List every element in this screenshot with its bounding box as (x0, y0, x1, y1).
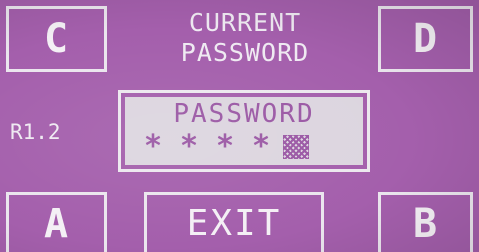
page-title: CURRENT PASSWORD (120, 8, 370, 68)
softkey-a[interactable]: A (6, 192, 107, 252)
softkey-c[interactable]: C (6, 6, 107, 72)
masked-char: * (251, 129, 271, 164)
page-title-line1: CURRENT (188, 8, 302, 37)
exit-button[interactable]: EXIT (144, 192, 324, 252)
masked-char: * (143, 129, 163, 164)
softkey-b[interactable]: B (378, 192, 473, 252)
password-field-label: PASSWORD (173, 99, 315, 129)
masked-char: * (179, 129, 199, 164)
softkey-d[interactable]: D (378, 6, 473, 72)
lcd-screen: C CURRENT PASSWORD D R1.2 PASSWORD * * *… (0, 0, 479, 252)
softkey-b-label: B (412, 200, 439, 247)
password-field-inner: PASSWORD * * * * (125, 97, 363, 165)
softkey-d-label: D (412, 16, 439, 62)
softkey-a-label: A (43, 200, 70, 247)
password-masked-chars: * * * * (139, 129, 309, 164)
page-title-line2: PASSWORD (180, 38, 310, 67)
exit-button-label: EXIT (186, 203, 282, 244)
softkey-c-label: C (43, 16, 70, 62)
cursor-block-icon (283, 135, 309, 159)
password-field[interactable]: PASSWORD * * * * (118, 90, 370, 172)
masked-char: * (215, 129, 235, 164)
version-label: R1.2 (10, 120, 61, 144)
